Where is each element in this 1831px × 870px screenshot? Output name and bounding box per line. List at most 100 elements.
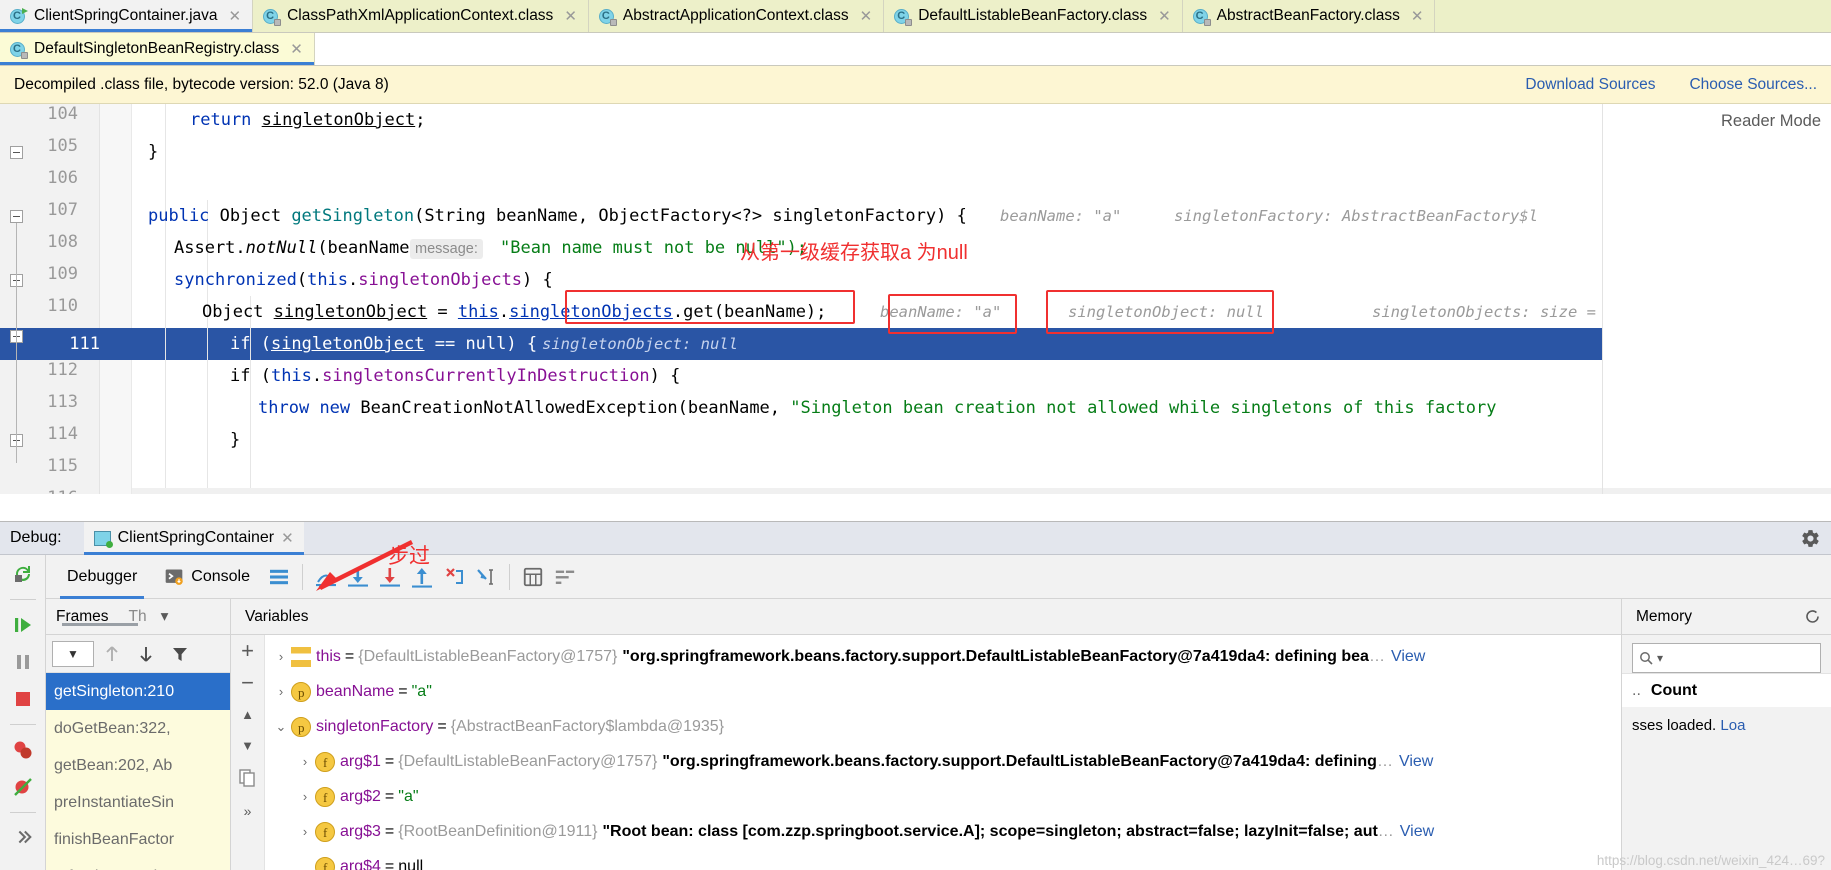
editor-fold-column[interactable] <box>100 104 132 494</box>
memory-header: Memory <box>1622 599 1831 635</box>
rerun-icon[interactable] <box>11 562 35 586</box>
thread-selector-dropdown[interactable]: ▼ <box>52 640 94 667</box>
field-icon <box>315 786 335 807</box>
line-number: 106 <box>47 168 78 188</box>
chevron-down-icon[interactable]: ▾ <box>1657 651 1663 665</box>
java-class-icon: C <box>10 7 28 25</box>
frame-up-icon[interactable] <box>96 638 128 670</box>
close-icon[interactable]: ✕ <box>1158 7 1171 25</box>
editor-tab-abstractapplicationcontext[interactable]: C AbstractApplicationContext.class ✕ <box>588 0 885 32</box>
variable-row-arg2[interactable]: › arg$2 = "a" <box>265 779 1621 814</box>
tab-debugger[interactable]: Debugger <box>54 555 150 599</box>
chevron-down-icon[interactable]: ▾ <box>161 607 169 626</box>
inline-hint-singletonobject-110: singletonObject: null <box>1068 303 1264 321</box>
variables-pane: Variables + − ▲ ▼ » › this = {DefaultLis… <box>231 599 1621 870</box>
gear-icon[interactable] <box>1800 528 1821 549</box>
java-class-locked-icon: C <box>263 8 282 26</box>
run-to-cursor-icon[interactable] <box>470 561 502 593</box>
close-icon[interactable]: ✕ <box>290 40 303 58</box>
expand-arrow-icon[interactable]: › <box>271 674 291 709</box>
variable-row-arg1[interactable]: › arg$1 = {DefaultListableBeanFactory@17… <box>265 744 1621 779</box>
close-icon[interactable]: ✕ <box>229 7 242 25</box>
frame-item-getbean[interactable]: getBean:202, Ab <box>46 747 230 784</box>
debug-session-name: ClientSpringContainer <box>117 529 275 546</box>
code-lines[interactable]: return singletonObject; } public Object … <box>132 104 1831 494</box>
variable-row-arg3[interactable]: › arg$3 = {RootBeanDefinition@1911} "Roo… <box>265 814 1621 849</box>
frames-pane-header[interactable]: Frames Th ▾ <box>46 599 230 635</box>
memory-search-input[interactable]: ▾ <box>1632 643 1821 673</box>
variable-ellipsis: … <box>1377 823 1394 840</box>
variable-row-this[interactable]: › this = {DefaultListableBeanFactory@175… <box>265 639 1621 674</box>
memory-count-row[interactable]: .. Count <box>1622 673 1831 707</box>
frame-item-dogetbean[interactable]: doGetBean:322, <box>46 710 230 747</box>
frame-item-finishbeanfactory[interactable]: finishBeanFactor <box>46 821 230 858</box>
debug-body: Debugger Console Frames Th ▾ ▼ getSingle… <box>0 555 1831 870</box>
close-icon[interactable]: ✕ <box>564 7 577 25</box>
code-line-105: } <box>148 142 159 162</box>
move-up-icon[interactable]: ▲ <box>241 707 254 722</box>
code-editor[interactable]: Reader Mode 104 105 106 107 108 109 110 … <box>0 104 1831 494</box>
editor-tab-defaultsingletonbeanregistry[interactable]: C DefaultSingletonBeanRegistry.class ✕ <box>0 33 315 65</box>
expand-arrow-icon[interactable]: › <box>295 814 315 849</box>
code-line-110: Object singletonObject = this.singletonO… <box>132 296 1831 328</box>
layout-icon[interactable] <box>263 561 295 593</box>
resume-icon[interactable] <box>11 613 35 637</box>
add-watch-icon[interactable]: + <box>241 640 254 662</box>
filter-icon[interactable] <box>164 638 196 670</box>
variable-row-arg4[interactable]: arg$4 = null <box>265 849 1621 870</box>
variable-row-singletonfactory[interactable]: ⌄ singletonFactory = {AbstractBeanFactor… <box>265 709 1621 744</box>
collapse-arrow-icon[interactable]: ⌄ <box>271 709 291 744</box>
close-icon[interactable]: ✕ <box>860 7 873 25</box>
expand-icon[interactable] <box>12 826 34 848</box>
download-sources-link[interactable]: Download Sources <box>1525 76 1655 94</box>
editor-tab-defaultlistablebeanfactory[interactable]: C DefaultListableBeanFactory.class ✕ <box>884 0 1183 32</box>
stop-icon[interactable] <box>11 687 35 711</box>
close-icon[interactable]: ✕ <box>1411 7 1424 25</box>
frame-item-refresh[interactable]: refresh:549, Abs <box>46 858 230 870</box>
view-breakpoints-icon[interactable] <box>11 738 35 762</box>
expand-arrow-icon[interactable]: › <box>295 779 315 814</box>
editor-tab-classpathxmlapplicationcontext[interactable]: C ClassPathXmlApplicationContext.class ✕ <box>253 0 589 32</box>
java-class-locked-icon: C <box>598 8 617 26</box>
view-link[interactable]: View <box>1399 744 1433 779</box>
refresh-icon[interactable] <box>1804 608 1821 625</box>
expand-arrow-icon[interactable]: › <box>295 744 315 779</box>
variable-row-beanname[interactable]: › beanName = "a" <box>265 674 1621 709</box>
view-link[interactable]: View <box>1391 639 1425 674</box>
frames-list[interactable]: getSingleton:210 doGetBean:322, getBean:… <box>46 673 230 870</box>
close-icon[interactable]: ✕ <box>281 529 294 547</box>
settings-toolbar-icon[interactable] <box>549 561 581 593</box>
debug-left-rail[interactable] <box>0 555 46 870</box>
tab-console[interactable]: Console <box>150 555 263 599</box>
copy-icon[interactable] <box>239 769 256 787</box>
frame-item-getsingleton[interactable]: getSingleton:210 <box>46 673 230 710</box>
expand-arrow-icon[interactable]: › <box>271 639 291 674</box>
variable-ref: {AbstractBeanFactory$lambda@1935} <box>450 718 725 735</box>
code-line-107: public Object getSingleton(String beanNa… <box>132 200 1831 232</box>
fold-marker[interactable] <box>10 146 23 159</box>
mute-breakpoints-icon[interactable] <box>11 775 35 799</box>
choose-sources-link[interactable]: Choose Sources... <box>1689 76 1817 94</box>
remove-watch-icon[interactable]: − <box>241 672 254 694</box>
line-number: 115 <box>47 456 78 476</box>
editor-tab-abstractbeanfactory[interactable]: C AbstractBeanFactory.class ✕ <box>1182 0 1436 32</box>
fold-marker[interactable] <box>10 210 23 223</box>
line-number: 112 <box>47 360 78 380</box>
frames-toolbar[interactable]: ▼ <box>46 635 230 673</box>
view-link[interactable]: View <box>1400 814 1434 849</box>
memory-load-link[interactable]: Loa <box>1720 717 1745 734</box>
frame-item-preinstantiatesingletons[interactable]: preInstantiateSin <box>46 784 230 821</box>
debug-header: Debug: ClientSpringContainer ✕ <box>0 521 1831 555</box>
evaluate-expression-icon[interactable] <box>517 561 549 593</box>
editor-tab-client-spring-container[interactable]: C ClientSpringContainer.java ✕ <box>0 0 254 32</box>
debug-session-tab[interactable]: ClientSpringContainer ✕ <box>83 521 304 555</box>
move-down-icon[interactable]: ▼ <box>241 738 254 753</box>
tab-frames[interactable]: Frames <box>56 608 138 626</box>
frame-down-icon[interactable] <box>130 638 162 670</box>
pause-icon[interactable] <box>11 650 35 674</box>
drop-frame-icon[interactable] <box>438 561 470 593</box>
expand-all-icon[interactable]: » <box>244 803 252 819</box>
variables-rail[interactable]: + − ▲ ▼ » <box>231 635 265 870</box>
variables-list[interactable]: › this = {DefaultListableBeanFactory@175… <box>265 635 1621 870</box>
